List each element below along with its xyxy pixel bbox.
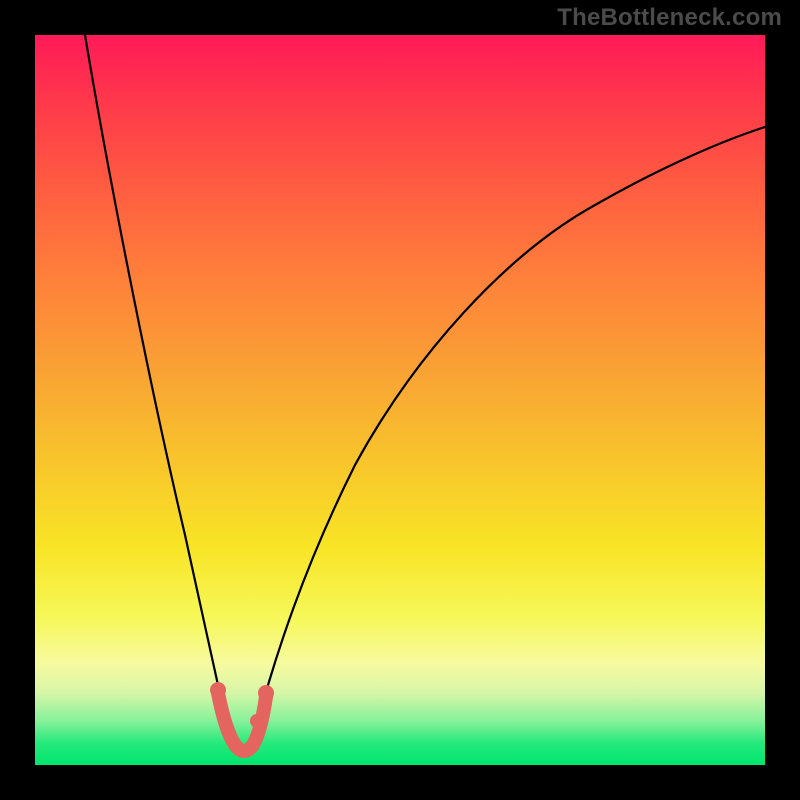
watermark-text: TheBottleneck.com [557,4,782,32]
chart-plot-area [35,35,765,765]
chart-container: TheBottleneck.com [0,0,800,800]
highlight-dot-mid [250,714,264,728]
chart-svg [35,35,765,765]
highlight-dot-right [258,685,274,701]
curve-left-branch [85,35,230,735]
curve-right-branch [254,127,765,735]
